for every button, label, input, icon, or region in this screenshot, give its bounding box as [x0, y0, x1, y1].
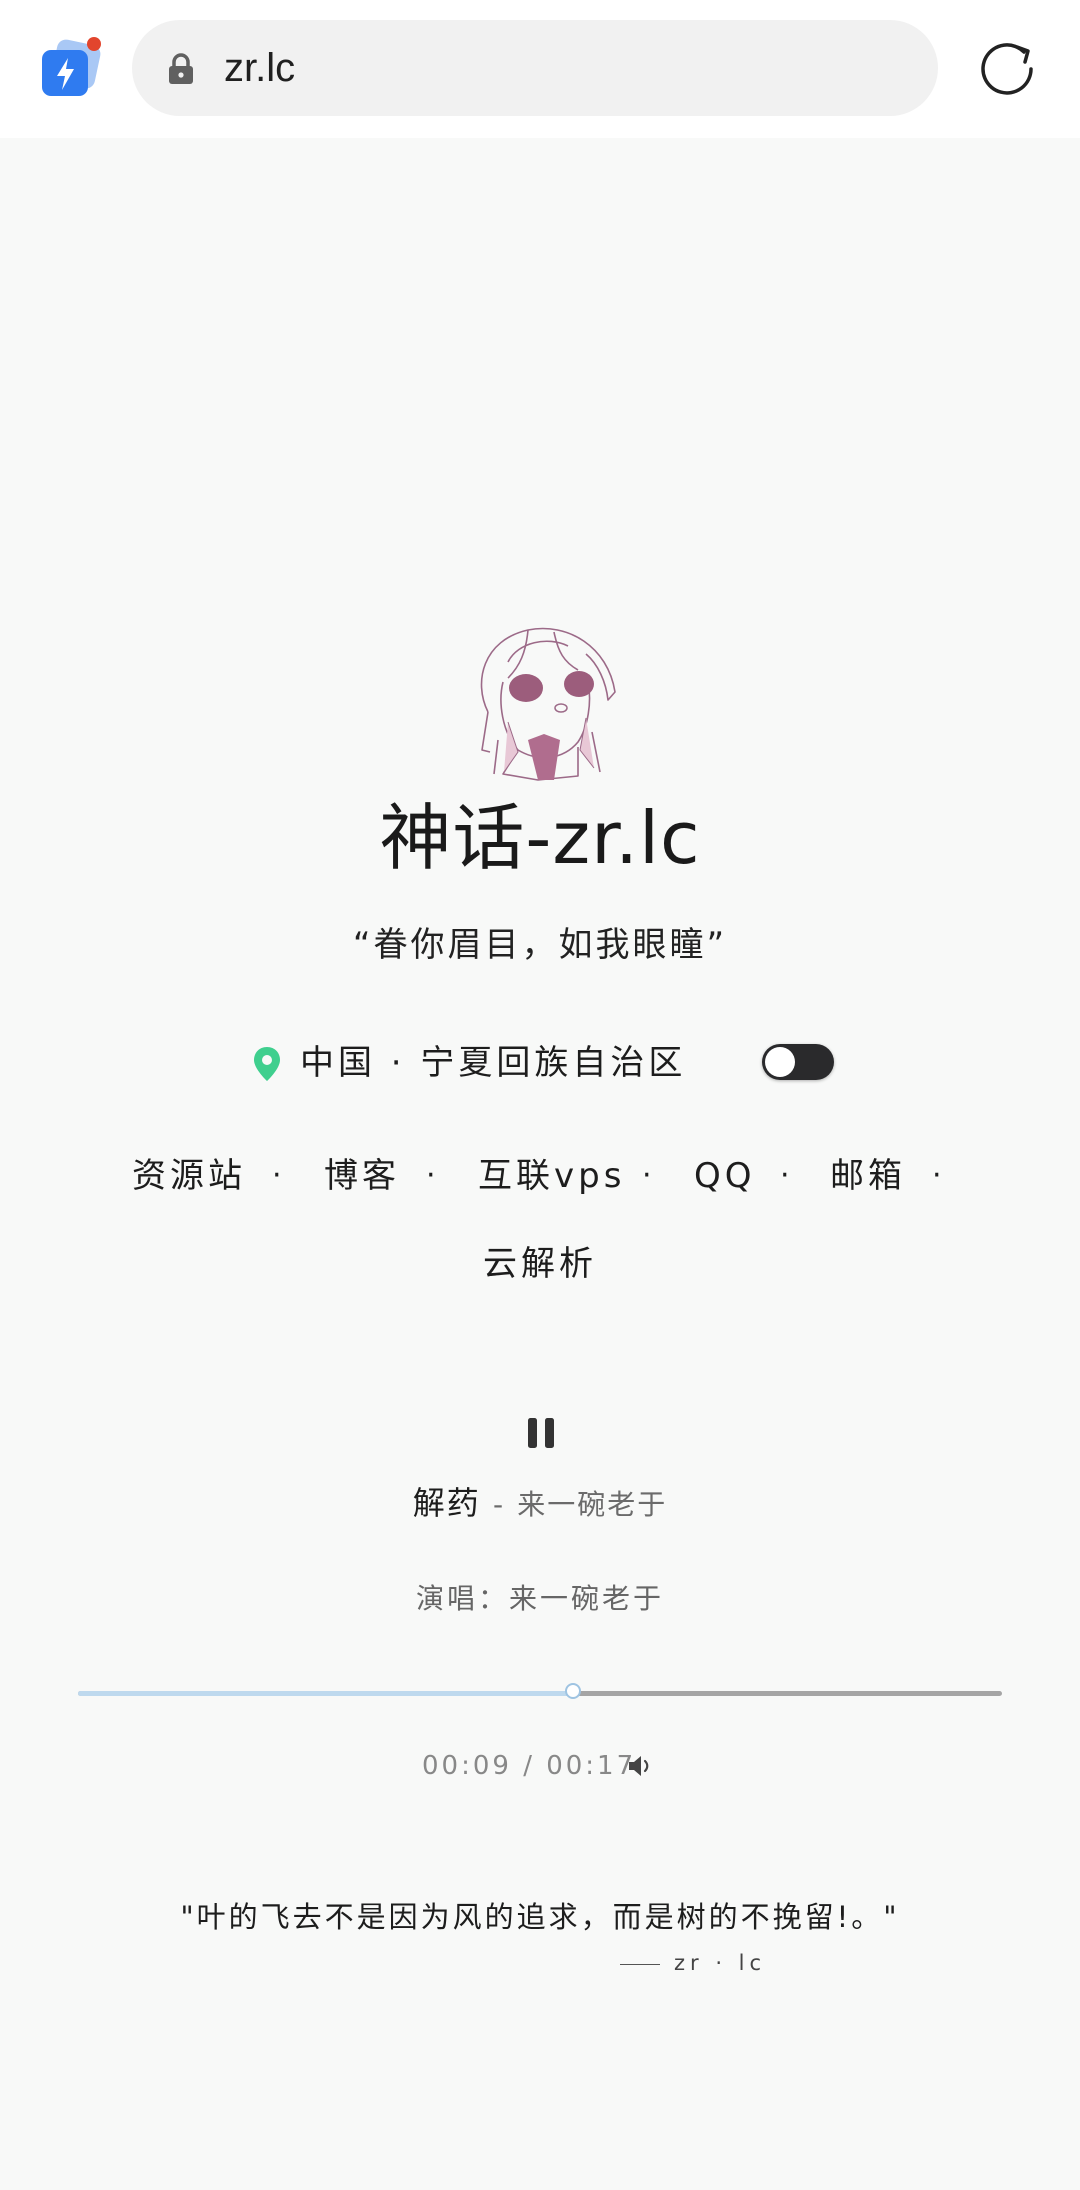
nav-link-email[interactable]: 邮箱 [830, 1148, 906, 1204]
singer-line: 演唱：来一碗老于 [415, 1582, 664, 1615]
nav-links-row2: 云解析 [0, 1236, 1080, 1296]
time-display: 00:09 / 00:17 [422, 1751, 637, 1781]
browser-toolbar: zr.lc [0, 0, 1080, 138]
location-pin-icon [252, 1046, 282, 1082]
nav-link-qq[interactable]: QQ [694, 1148, 756, 1204]
avatar-illustration [468, 622, 618, 782]
progress-handle[interactable] [565, 1683, 582, 1699]
nav-separator: · [780, 1158, 790, 1193]
lock-icon [168, 53, 194, 85]
quote-text: "叶的飞去不是因为风的追求，而是树的不挽留!。" [180, 1900, 900, 1934]
nav-link-dns[interactable]: 云解析 [483, 1236, 597, 1292]
nav-separator: · [932, 1158, 942, 1193]
volume-icon[interactable] [626, 1752, 654, 1780]
location-text: 中国 · 宁夏回族自治区 [300, 1043, 687, 1083]
site-title: 神话-zr.lc [379, 796, 701, 880]
nav-separator: · [642, 1158, 652, 1193]
nav-links: 资源站 · 博客 · 互联vps · QQ · 邮箱 · [0, 1148, 1080, 1208]
song-info: 解药 - 来一碗老于 [0, 1478, 1080, 1530]
nav-link-vps[interactable]: 互联vps [478, 1148, 625, 1204]
location-row: 中国 · 宁夏回族自治区 [0, 1034, 1080, 1094]
song-separator: - [492, 1488, 506, 1521]
progress-bar[interactable] [78, 1683, 1002, 1699]
quote-author: zr · lc [674, 1951, 767, 1975]
progress-played [78, 1691, 574, 1696]
nav-separator: · [426, 1158, 436, 1193]
url-text: zr.lc [224, 46, 296, 90]
time-row: 00:09 / 00:17 [0, 1744, 1080, 1788]
quote-author-line: zr · lc [620, 1948, 766, 1978]
nav-separator: · [272, 1158, 282, 1193]
nav-link-blog[interactable]: 博客 [324, 1148, 400, 1204]
site-motto: “眷你眉目，如我眼瞳” [352, 925, 728, 965]
toggle-knob [765, 1047, 795, 1077]
song-title: 解药 [412, 1484, 481, 1522]
theme-toggle[interactable] [762, 1044, 834, 1080]
pause-icon[interactable] [526, 1416, 556, 1450]
address-bar[interactable]: zr.lc [132, 20, 938, 116]
quote-dash [620, 1963, 660, 1965]
nav-link-resources[interactable]: 资源站 [132, 1148, 246, 1204]
reload-icon[interactable] [976, 38, 1038, 100]
browser-app-icon[interactable] [40, 36, 104, 100]
song-artist: 来一碗老于 [517, 1488, 668, 1521]
